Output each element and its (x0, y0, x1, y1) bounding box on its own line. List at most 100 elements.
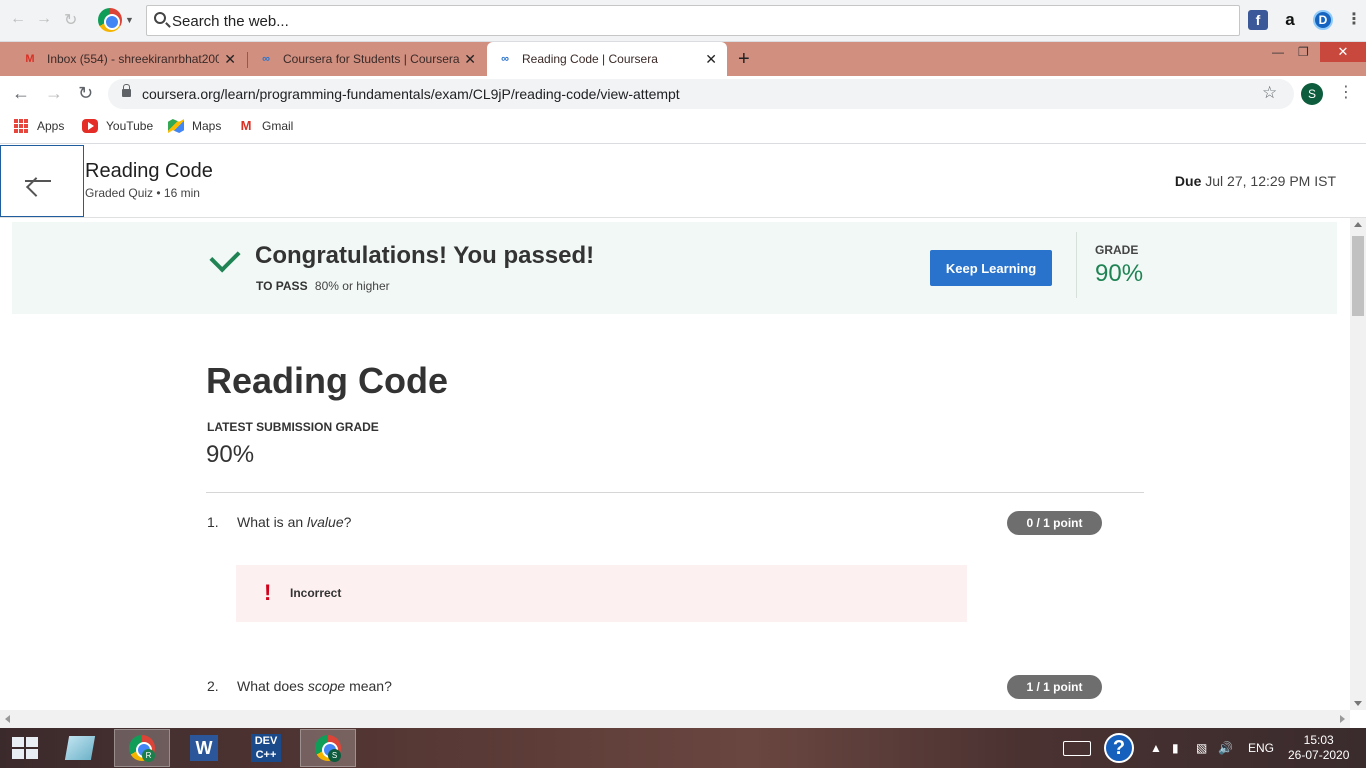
latest-grade-label: LATEST SUBMISSION GRADE (207, 420, 379, 434)
lock-icon[interactable] (122, 84, 131, 97)
bookmark-star-icon[interactable]: ☆ (1262, 83, 1277, 103)
tab-strip: M Inbox (554) - shreekiranrbhat200 ✕ ∞ C… (0, 42, 1366, 76)
taskbar-word[interactable]: W (176, 729, 232, 767)
question-2: 2. What does scope mean? (207, 678, 392, 694)
forward-icon[interactable]: → (36, 10, 52, 28)
apps-grid-icon (14, 119, 28, 133)
web-search-box[interactable] (146, 5, 1240, 36)
close-icon[interactable]: ✕ (224, 51, 236, 68)
coursera-icon: ∞ (262, 53, 270, 65)
amazon-extension-icon[interactable]: a (1280, 10, 1300, 30)
to-pass-label: TO PASS (256, 279, 308, 293)
main-content: Congratulations! You passed! TO PASS 80%… (0, 218, 1350, 710)
back-icon[interactable]: ← (10, 10, 26, 28)
scroll-left-icon[interactable] (5, 715, 10, 723)
web-search-input[interactable] (172, 10, 1172, 32)
checkmark-icon (209, 241, 241, 273)
chrome-logo-icon[interactable] (98, 8, 122, 32)
keep-learning-button[interactable]: Keep Learning (930, 250, 1052, 286)
page-header: Reading Code Graded Quiz • 16 min Due Ju… (0, 144, 1366, 218)
gmail-icon: M (25, 53, 35, 65)
tab-coursera-students[interactable]: ∞ Coursera for Students | Coursera ✕ (248, 42, 486, 76)
quiz-title: Reading Code (206, 360, 449, 401)
points-badge: 0 / 1 point (1007, 511, 1102, 535)
omnibox[interactable]: coursera.org/learn/programming-fundament… (108, 79, 1294, 109)
taskbar-devcpp[interactable]: DEV C++ (238, 729, 294, 767)
d-extension-icon[interactable]: D (1313, 10, 1333, 30)
vertical-scrollbar[interactable] (1350, 218, 1366, 710)
window-close-icon[interactable]: ✕ (1320, 42, 1366, 62)
bookmark-label: Apps (37, 119, 65, 133)
page-subtitle: Graded Quiz • 16 min (85, 186, 200, 200)
back-button[interactable] (0, 145, 84, 217)
tray-chevron-up-icon[interactable]: ▲ (1150, 728, 1162, 768)
latest-grade-value: 90% (206, 441, 255, 468)
points-badge: 1 / 1 point (1007, 675, 1102, 699)
bookmark-gmail[interactable]: M Gmail (238, 119, 294, 134)
question-number: 1. (207, 514, 219, 530)
feedback-text: Incorrect (290, 586, 342, 600)
volume-icon[interactable]: 🔊 (1218, 728, 1233, 768)
signal-icon[interactable]: ▮ (1172, 728, 1179, 768)
question-text: What is an (237, 514, 308, 530)
new-tab-plus-icon[interactable]: + (738, 48, 750, 71)
keyboard-icon[interactable] (1063, 741, 1091, 756)
scroll-down-icon[interactable] (1354, 701, 1362, 706)
scroll-right-icon[interactable] (1340, 715, 1345, 723)
divider (1076, 232, 1077, 298)
top-toolbar: ← → ↻ ▼ f a D ⋮ (0, 0, 1366, 42)
more-vertical-icon[interactable]: ⋮ (1344, 10, 1364, 30)
forward-icon[interactable]: → (45, 83, 63, 104)
due-label: Due (1174, 173, 1202, 189)
to-pass-value: 80% or higher (314, 279, 390, 293)
close-icon[interactable]: ✕ (705, 51, 717, 68)
devcpp-bottom: C++ (255, 749, 277, 761)
bookmark-apps[interactable]: Apps (14, 119, 64, 133)
chevron-down-icon[interactable]: ▼ (125, 15, 134, 25)
tab-reading-code[interactable]: ∞ Reading Code | Coursera ✕ (487, 42, 727, 76)
question-text: What does (237, 678, 308, 694)
close-icon[interactable]: ✕ (464, 51, 476, 68)
reload-icon[interactable]: ↻ (64, 10, 77, 30)
bookmark-youtube[interactable]: YouTube (82, 119, 153, 133)
windows-start-icon[interactable] (12, 737, 38, 759)
coursera-icon: ∞ (501, 53, 509, 65)
bookmark-maps[interactable]: Maps (168, 119, 221, 133)
url-text[interactable]: coursera.org/learn/programming-fundament… (142, 86, 680, 102)
profile-badge-r: R (142, 749, 155, 762)
taskbar-app-icon[interactable] (52, 729, 108, 767)
bookmark-label: YouTube (106, 119, 154, 133)
battery-icon[interactable]: ▧ (1196, 728, 1207, 768)
due-date: Due Jul 27, 12:29 PM IST (1175, 173, 1336, 189)
question-text-end: mean? (345, 678, 392, 694)
horizontal-scrollbar[interactable] (0, 710, 1350, 728)
taskbar-chrome-r[interactable]: R (114, 729, 170, 767)
profile-avatar[interactable]: S (1301, 83, 1323, 105)
question-number: 2. (207, 678, 219, 694)
scroll-up-icon[interactable] (1354, 222, 1362, 227)
help-icon[interactable]: ? (1104, 733, 1134, 763)
more-vertical-icon[interactable]: ⋮ (1338, 82, 1354, 102)
word-icon: W (190, 735, 218, 761)
pass-message: Congratulations! You passed! (255, 242, 595, 269)
scroll-thumb[interactable] (1352, 236, 1364, 316)
to-pass-info: TO PASS 80% or higher (256, 279, 390, 293)
due-value: Jul 27, 12:29 PM IST (1205, 173, 1336, 189)
facebook-extension-icon[interactable]: f (1248, 10, 1268, 30)
tab-label: Coursera for Students | Coursera (283, 52, 460, 66)
tab-gmail[interactable]: M Inbox (554) - shreekiranrbhat200 ✕ (0, 42, 246, 76)
youtube-icon (82, 119, 98, 133)
back-icon[interactable]: ← (12, 83, 30, 104)
grade-value: 90% (1095, 260, 1144, 287)
bookmarks-bar: Apps YouTube Maps M Gmail (0, 112, 1366, 144)
system-clock[interactable]: 15:03 26-07-2020 (1288, 733, 1349, 763)
restore-icon[interactable]: ❐ (1298, 45, 1309, 59)
question-1: 1. What is an lvalue? (207, 514, 351, 530)
minimize-icon[interactable]: — (1272, 45, 1284, 59)
question-text-end: ? (343, 514, 352, 530)
reload-icon[interactable]: ↻ (78, 83, 93, 104)
language-indicator[interactable]: ENG (1248, 728, 1274, 768)
bookmark-label: Maps (192, 119, 222, 133)
taskbar-chrome-s[interactable]: S (300, 729, 356, 767)
bookmark-label: Gmail (262, 119, 294, 133)
